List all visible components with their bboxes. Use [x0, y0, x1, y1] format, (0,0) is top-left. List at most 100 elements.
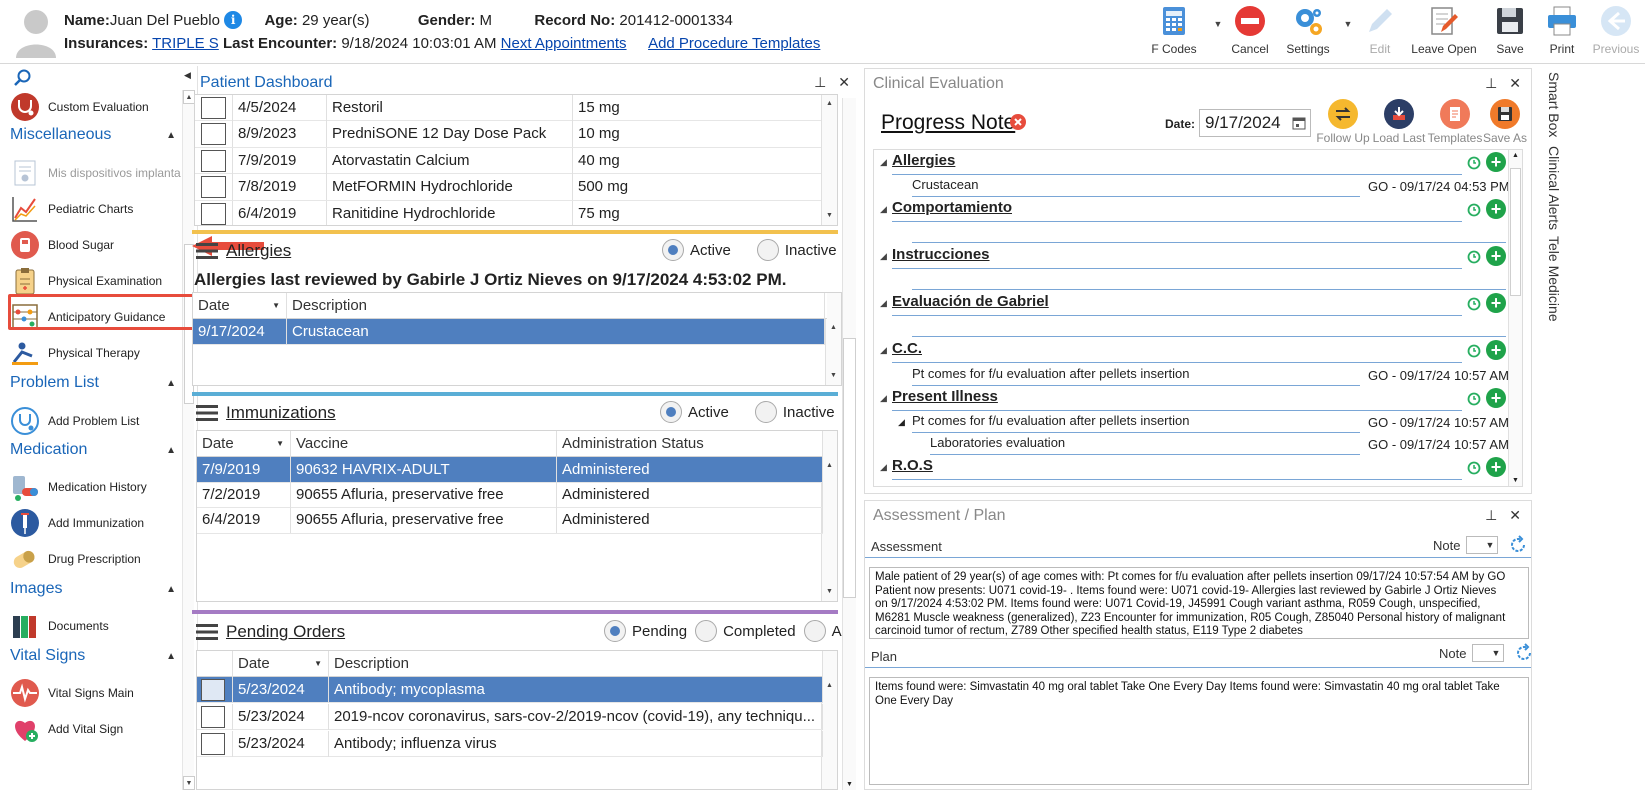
collapse-triangle-icon[interactable]: ◢	[880, 251, 887, 262]
note-item-present-illness[interactable]: ◢ Pt comes for f/u evaluation after pell…	[898, 413, 1509, 433]
scroll-thumb[interactable]	[843, 338, 856, 598]
add-item-icon[interactable]: +	[1486, 293, 1506, 313]
column-header-description[interactable]: Description	[287, 293, 825, 319]
close-icon[interactable]: ✕	[1509, 507, 1521, 523]
medication-row[interactable]: 8/9/2023 PredniSONE 12 Day Dose Pack 10 mg	[195, 121, 823, 148]
scroll-up-icon[interactable]: ▲	[826, 321, 841, 335]
allergies-scrollbar[interactable]: ▲ ▼	[825, 293, 841, 385]
tab-smart-box[interactable]: Smart Box	[1540, 72, 1562, 137]
inactive-radio[interactable]	[756, 239, 779, 261]
column-header-date[interactable]: Date ▼	[193, 293, 287, 319]
medication-row[interactable]: 6/4/2019 Ranitidine Hydrochloride 75 mg	[195, 200, 823, 225]
sidebar-item-medication-history[interactable]: Medication History	[10, 470, 182, 504]
hamburger-menu-icon[interactable]	[196, 624, 218, 640]
sidebar-section-miscellaneous[interactable]: Miscellaneous ▲	[10, 124, 182, 146]
refresh-icon[interactable]	[1514, 643, 1534, 663]
all-radio[interactable]	[803, 620, 826, 642]
collapse-triangle-icon[interactable]: ◢	[898, 417, 905, 428]
sidebar-item-custom-evaluation[interactable]: Custom Evaluation	[10, 90, 182, 124]
note-section-comportamiento[interactable]: ◢ Comportamiento +	[874, 199, 1506, 222]
scroll-up-icon[interactable]: ▲	[822, 679, 837, 693]
active-radio[interactable]	[662, 239, 684, 261]
sidebar-item-blood-sugar[interactable]: Blood Sugar	[10, 228, 182, 262]
follow-up-button[interactable]: Follow Up	[1314, 99, 1372, 145]
chevron-up-icon[interactable]: ▲	[166, 130, 182, 141]
collapse-triangle-icon[interactable]: ◢	[880, 393, 887, 404]
add-procedure-templates-link[interactable]: Add Procedure Templates	[648, 35, 820, 52]
sidebar-item-documents[interactable]: Documents	[10, 609, 182, 643]
column-header-vaccine[interactable]: Vaccine	[291, 431, 557, 457]
note-section-present-illness[interactable]: ◢ Present Illness +	[874, 388, 1506, 411]
sidebar-item-add-immunization[interactable]: Add Immunization	[10, 506, 182, 540]
alarm-clock-icon[interactable]	[1466, 201, 1482, 217]
column-header-status[interactable]: Administration Status	[557, 431, 823, 457]
previous-button[interactable]: Previous	[1587, 4, 1645, 62]
alarm-clock-icon[interactable]	[1466, 459, 1482, 475]
sort-dropdown-icon[interactable]: ▼	[314, 651, 322, 677]
note-section-instrucciones[interactable]: ◢ Instrucciones +	[874, 246, 1506, 269]
allergies-header[interactable]: Allergies	[196, 238, 291, 264]
row-checkbox[interactable]	[201, 176, 226, 199]
row-checkbox[interactable]	[201, 705, 225, 728]
leave-open-button[interactable]: Leave Open	[1405, 4, 1483, 62]
cancel-button[interactable]: Cancel	[1225, 4, 1275, 62]
scroll-up-icon[interactable]: ▲	[822, 459, 837, 473]
collapse-triangle-icon[interactable]: ◢	[880, 462, 887, 473]
remove-note-icon[interactable]	[1010, 114, 1026, 130]
row-checkbox[interactable]	[201, 732, 225, 755]
f-codes-button[interactable]: F Codes	[1137, 4, 1211, 62]
note-section-ros[interactable]: ◢ R.O.S +	[874, 457, 1506, 480]
scroll-down-icon[interactable]: ▼	[826, 369, 841, 383]
order-row[interactable]: 5/23/2024 Antibody; mycoplasma	[197, 676, 823, 703]
alarm-clock-icon[interactable]	[1466, 390, 1482, 406]
note-item-allergy[interactable]: Crustacean GO - 09/17/24 04:53 PM	[912, 177, 1510, 197]
sort-dropdown-icon[interactable]: ▼	[276, 431, 284, 457]
calendar-icon[interactable]	[1292, 116, 1306, 130]
collapse-triangle-icon[interactable]: ◢	[880, 298, 887, 309]
add-item-icon[interactable]: +	[1486, 388, 1506, 408]
scroll-down-icon[interactable]: ▼	[1509, 477, 1522, 484]
close-icon[interactable]: ✕	[1509, 75, 1521, 91]
progress-note-title[interactable]: Progress Note	[881, 111, 1015, 135]
immunization-row[interactable]: 6/4/2019 90655 Afluria, preservative free…	[197, 507, 823, 534]
f-codes-dropdown-icon[interactable]: ▼	[1211, 4, 1225, 62]
alarm-clock-icon[interactable]	[1466, 295, 1482, 311]
row-checkbox[interactable]	[201, 96, 226, 119]
plan-textarea[interactable]: Items found were: Simvastatin 40 mg oral…	[869, 677, 1529, 785]
row-checkbox[interactable]	[201, 678, 225, 701]
allergy-row[interactable]: 9/17/2024 Crustacean	[193, 318, 825, 345]
immunizations-scrollbar[interactable]: ▲ ▼	[821, 431, 837, 601]
next-appointments-link[interactable]: Next Appointments	[501, 35, 627, 52]
alarm-clock-icon[interactable]	[1466, 154, 1482, 170]
order-row[interactable]: 5/23/2024 Antibody; influenza virus	[197, 730, 823, 757]
scroll-up-icon[interactable]: ▲	[822, 97, 837, 111]
orders-scrollbar[interactable]: ▲	[821, 651, 837, 789]
immunization-row[interactable]: 7/9/2019 90632 HAVRIX-ADULT Administered	[197, 456, 823, 483]
medication-row[interactable]: 7/9/2019 Atorvastatin Calcium 40 mg	[195, 147, 823, 175]
column-header-date[interactable]: Date ▼	[233, 651, 329, 677]
settings-dropdown-icon[interactable]: ▼	[1341, 4, 1355, 62]
search-icon[interactable]	[12, 68, 32, 88]
add-item-icon[interactable]: +	[1486, 246, 1506, 266]
add-item-icon[interactable]: +	[1486, 340, 1506, 360]
sidebar-item-physical-examination[interactable]: Physical Examination	[10, 264, 182, 298]
immunizations-header[interactable]: Immunizations	[196, 400, 336, 426]
sidebar-item-add-problem-list[interactable]: Add Problem List	[10, 404, 182, 438]
immunization-row[interactable]: 7/2/2019 90655 Afluria, preservative free…	[197, 481, 823, 509]
collapse-triangle-icon[interactable]: ◢	[880, 345, 887, 356]
row-checkbox[interactable]	[201, 123, 226, 146]
dashboard-scrollbar[interactable]: ▼	[842, 98, 856, 790]
scroll-down-icon[interactable]: ▼	[822, 209, 837, 223]
close-icon[interactable]: ✕	[838, 74, 850, 90]
note-section-evaluacion[interactable]: ◢ Evaluación de Gabriel +	[874, 293, 1506, 316]
completed-radio[interactable]	[695, 620, 718, 642]
sidebar-collapse-icon[interactable]: ◀	[184, 70, 191, 81]
sidebar-item-pediatric-charts[interactable]: Pediatric Charts	[10, 192, 182, 226]
note-section-allergies[interactable]: ◢ Allergies +	[874, 152, 1506, 175]
scroll-down-icon[interactable]: ▼	[843, 781, 856, 788]
order-row[interactable]: 5/23/2024 2019-ncov coronavirus, sars-cov…	[197, 703, 823, 730]
assessment-textarea[interactable]: Male patient of 29 year(s) of age comes …	[869, 567, 1529, 639]
scroll-up-icon[interactable]: ▲	[1509, 152, 1522, 159]
clinical-note-scrollbar[interactable]: ▲ ▼	[1508, 150, 1522, 486]
settings-button[interactable]: Settings	[1275, 4, 1341, 62]
